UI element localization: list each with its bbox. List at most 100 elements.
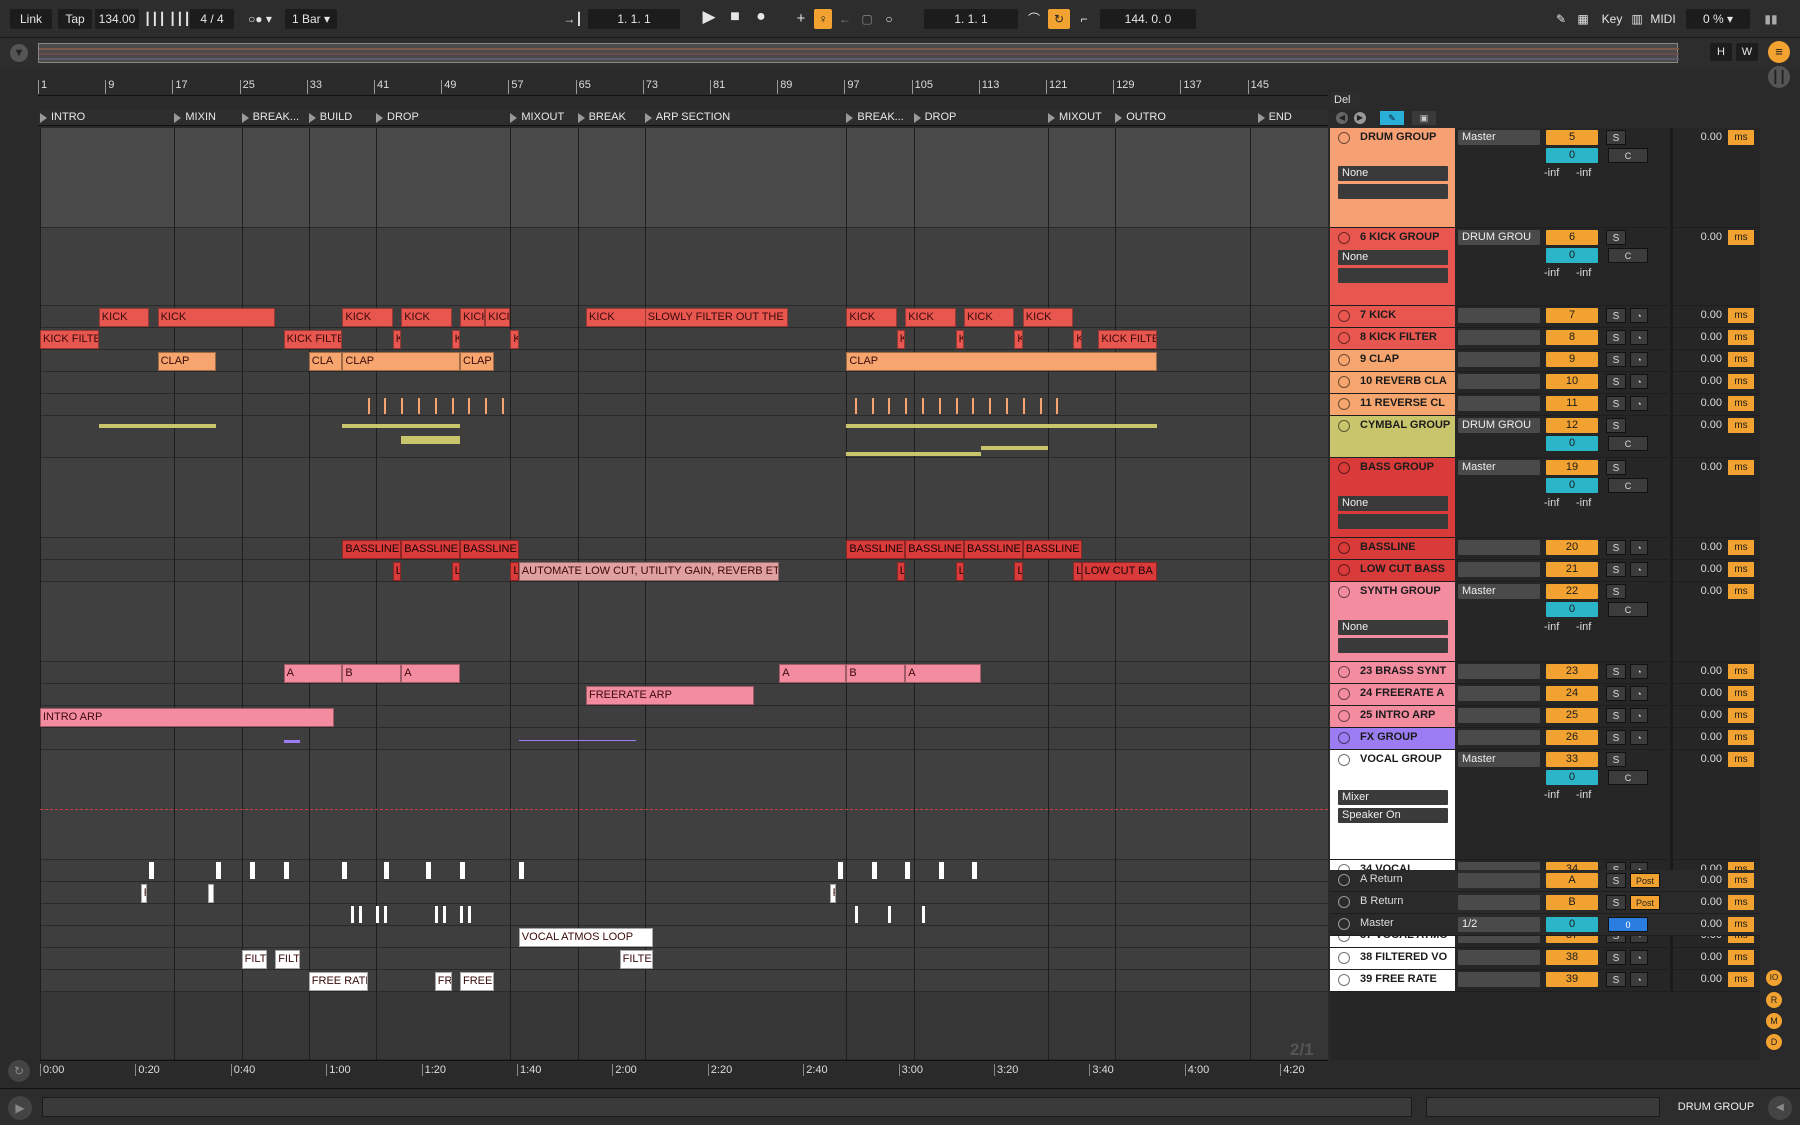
tempo-field[interactable]: 134.00 (95, 9, 139, 29)
vocal-clip[interactable] (460, 862, 465, 879)
time-ruler[interactable]: 0:00 0:20 0:40 1:00 1:20 1:40 2:00 2:20 2:40 3:00… (40, 1060, 1328, 1080)
clip[interactable]: FR (434, 972, 452, 991)
delay-unit-button[interactable]: ms (1728, 308, 1754, 323)
monitor-icon[interactable]: ◔ (1630, 308, 1648, 323)
track-fold-icon[interactable] (1338, 376, 1350, 388)
lane-19[interactable] (40, 904, 1328, 926)
low-vox-clip[interactable] (359, 906, 363, 923)
monitor-icon[interactable]: ◔ (1630, 396, 1648, 411)
delay-unit-button[interactable]: ms (1728, 418, 1754, 433)
track-name[interactable]: 6 KICK GROUP (1330, 228, 1455, 305)
arrangement-view[interactable]: KICKKICKKICKKICKKICKKICIKICKSLOWLY FILTE… (40, 128, 1328, 1060)
monitor-icon[interactable]: ◔ (1630, 708, 1648, 723)
track-bassline[interactable]: BASSLINE 20 S ◔ 0.00 ms (1330, 538, 1760, 560)
clip[interactable]: A (283, 664, 343, 683)
lane-5[interactable] (40, 372, 1328, 394)
track-fx-group[interactable]: FX GROUP 26 S ◔ 0.00 ms (1330, 728, 1760, 750)
track-fold-icon[interactable] (1338, 732, 1350, 744)
clip[interactable]: BASSLINE (846, 540, 906, 559)
track-activator[interactable]: 5 (1546, 130, 1598, 145)
clip[interactable]: K (896, 330, 906, 349)
track-39-free-rate[interactable]: 39 FREE RATE 39 S ◔ 0.00 ms (1330, 970, 1760, 992)
clip[interactable]: KICK (401, 308, 452, 327)
clip[interactable]: BASSLINE (905, 540, 964, 559)
locator-break[interactable]: BREAK (576, 110, 626, 125)
locator-outro[interactable]: OUTRO (1113, 110, 1166, 125)
return-routing-dropdown[interactable] (1458, 895, 1540, 910)
return-name[interactable]: Master (1330, 914, 1455, 935)
track-name[interactable]: CYMBAL GROUP (1330, 416, 1455, 457)
clip[interactable]: K (1014, 330, 1023, 349)
output-routing-dropdown[interactable] (1458, 540, 1540, 555)
clip[interactable]: B (846, 664, 906, 683)
cymbal-clip[interactable] (401, 436, 460, 444)
track-fold-icon[interactable] (1338, 754, 1350, 766)
track-vocal-group[interactable]: VOCAL GROUP Master 33 S 0.00 ms 0 C -inf -inf Mixe… (1330, 750, 1760, 860)
reverse-clap-marker[interactable] (905, 398, 908, 414)
track-activator[interactable]: 20 (1546, 540, 1598, 555)
delay-unit-button[interactable]: ms (1728, 752, 1754, 767)
track-bass-group[interactable]: BASS GROUP Master 19 S 0.00 ms 0 C -inf -inf None (1330, 458, 1760, 538)
play-preview-icon[interactable]: ▶ (8, 1096, 32, 1120)
solo-button[interactable]: S (1606, 130, 1626, 145)
delay-unit-button[interactable]: ms (1728, 873, 1754, 888)
clip[interactable]: K (392, 330, 402, 349)
crossfade-button[interactable]: C (1608, 770, 1648, 785)
lane-16[interactable] (40, 750, 1328, 860)
return-activator[interactable]: B (1546, 895, 1598, 910)
track-fold-icon[interactable] (1338, 688, 1350, 700)
track-low-cut-bass[interactable]: LOW CUT BASS 21 S ◔ 0.00 ms (1330, 560, 1760, 582)
output-routing-dropdown[interactable]: Master (1458, 460, 1540, 475)
output-routing-dropdown[interactable]: DRUM GROU (1458, 418, 1540, 433)
track-delay-value[interactable]: 0.00 (1678, 686, 1722, 701)
optimize-width-button[interactable]: W (1736, 43, 1758, 61)
track-activator[interactable]: 21 (1546, 562, 1598, 577)
track-name[interactable]: 23 BRASS SYNT (1330, 662, 1455, 683)
back-to-arrangement-icon[interactable]: ← (836, 9, 854, 29)
crossfade-button[interactable]: C (1608, 478, 1648, 493)
draw-mode-icon[interactable]: ✎ (1552, 9, 1570, 29)
track-name[interactable]: LOW CUT BASS (1330, 560, 1455, 581)
clip[interactable]: FILTE (619, 950, 654, 969)
low-vox-clip[interactable] (468, 906, 472, 923)
clip[interactable]: BASSLINE (964, 540, 1023, 559)
track-name[interactable]: 39 FREE RATE (1330, 970, 1455, 991)
solo-button[interactable]: S (1606, 752, 1626, 767)
track-fold-icon[interactable] (1338, 710, 1350, 722)
clip[interactable]: L (1073, 562, 1082, 581)
reverse-clap-marker[interactable] (384, 398, 387, 414)
locator-mixin[interactable]: MIXIN (172, 110, 216, 125)
delay-unit-button[interactable]: ms (1728, 330, 1754, 345)
monitor-icon[interactable]: ◔ (1630, 540, 1648, 555)
delay-unit-button[interactable]: ms (1728, 686, 1754, 701)
track-activator[interactable]: 25 (1546, 708, 1598, 723)
clip[interactable]: L (451, 562, 460, 581)
track-fold-icon[interactable] (1338, 462, 1350, 474)
reverse-clap-marker[interactable] (418, 398, 420, 414)
lane-6[interactable] (40, 394, 1328, 416)
play-icon[interactable]: ▶ (698, 7, 720, 27)
fx-clip[interactable] (283, 740, 301, 743)
track-name[interactable]: 38 FILTERED VO (1330, 948, 1455, 969)
track-activator[interactable]: 12 (1546, 418, 1598, 433)
clip[interactable]: CLAP (157, 352, 217, 371)
track-delay-value[interactable]: 0.00 (1678, 540, 1722, 555)
io-toggle-icon[interactable]: IO (1766, 970, 1782, 986)
clip[interactable]: L (896, 562, 906, 581)
track-6-kick-group[interactable]: 6 KICK GROUP DRUM GROU 6 S 0.00 ms 0 C -inf -inf N… (1330, 228, 1760, 306)
track-delay-value[interactable]: 0.00 (1678, 396, 1722, 411)
solo-button[interactable]: S (1606, 308, 1626, 323)
view-toggle-icon[interactable]: ┃┃ (1768, 66, 1790, 88)
input-type-dropdown[interactable]: None (1338, 496, 1448, 511)
monitor-icon[interactable]: ◔ (1630, 664, 1648, 679)
locator-arp-section[interactable]: ARP SECTION (643, 110, 730, 125)
vocal-clip[interactable] (838, 862, 843, 879)
clip[interactable]: CLA (308, 352, 343, 371)
input-channel-dropdown[interactable] (1338, 184, 1448, 199)
speaker-dropdown[interactable]: Speaker On (1338, 808, 1448, 823)
clip[interactable]: SLOWLY FILTER OUT THE (644, 308, 788, 327)
lane-0[interactable] (40, 128, 1328, 228)
filter-icon[interactable]: ▼ (10, 44, 28, 62)
track-23-brass-synt[interactable]: 23 BRASS SYNT 23 S ◔ 0.00 ms (1330, 662, 1760, 684)
metronome-icon[interactable]: ○● ▾ (240, 9, 280, 29)
